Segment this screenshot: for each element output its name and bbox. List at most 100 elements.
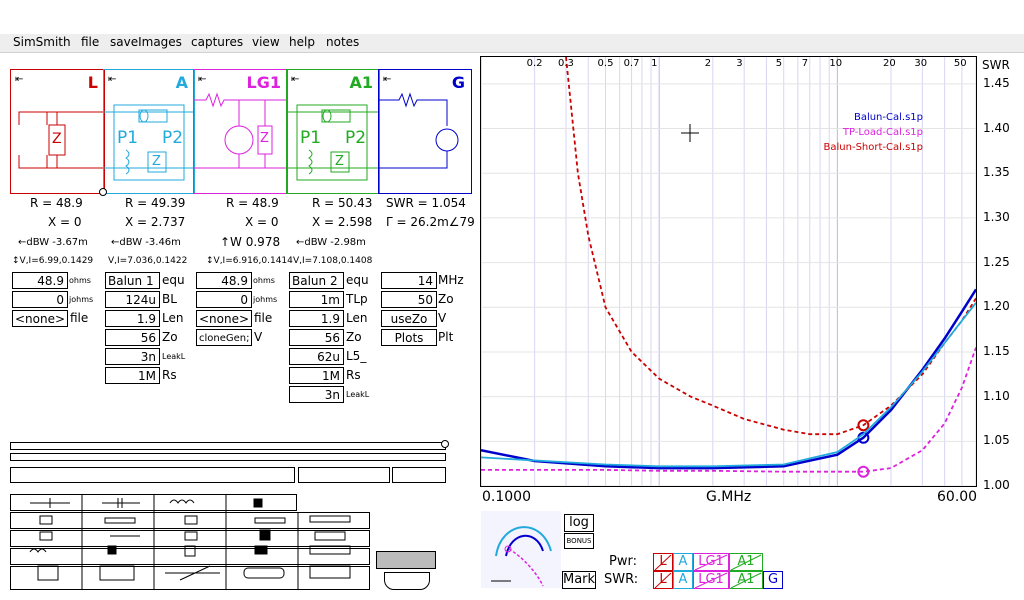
menu-help[interactable]: help	[289, 35, 315, 49]
readout-a1-r: R = 50.43	[312, 196, 373, 210]
menu-captures[interactable]: captures	[191, 35, 243, 49]
param-l-file[interactable]: <none>	[12, 310, 68, 327]
block-LG1[interactable]: ⇤ LG1 Z	[193, 69, 288, 194]
top-tick-label: 0.2	[526, 58, 543, 69]
param-a-equ-label: equ	[162, 273, 185, 287]
param-g-mhz[interactable]: 14	[381, 272, 437, 289]
menu-saveimages[interactable]: saveImages	[110, 35, 182, 49]
basket-icon[interactable]	[384, 572, 430, 590]
param-a1-l5[interactable]: 62u	[289, 348, 344, 365]
param-a-zo[interactable]: 56	[105, 329, 160, 346]
schematic-thumbnail[interactable]	[376, 551, 436, 569]
param-lg1-v[interactable]: cloneGen;	[196, 329, 252, 346]
param-a-leakl-label: LeakL	[162, 352, 186, 361]
readout-a1-x: X = 2.598	[312, 215, 373, 229]
param-g-usezo[interactable]: useZo	[381, 310, 437, 327]
readout-a1-dbw: ←dBW -2.98m	[296, 237, 366, 248]
param-a-bl[interactable]: 124u	[105, 291, 160, 308]
y-axis-label: SWR	[982, 58, 1010, 72]
param-a-bl-label: BL	[162, 292, 177, 306]
legend-balun-cal: Balun-Cal.s1p	[853, 112, 923, 123]
param-a1-rs[interactable]: 1M	[289, 367, 344, 384]
slider-track[interactable]	[10, 442, 446, 450]
param-a1-tlp-label: TLp	[346, 292, 368, 306]
param-a-rs[interactable]: 1M	[105, 367, 160, 384]
readout-lg1-w: ↑W 0.978	[220, 235, 281, 249]
param-a1-equ-label: equ	[346, 273, 369, 287]
readout-lg1-vi: ↕V,I=6.916,0.1414	[206, 256, 293, 266]
param-l-johms-label: johms	[69, 295, 94, 304]
param-lg1-johms[interactable]: 0	[196, 291, 252, 308]
slider-thumb[interactable]	[441, 440, 449, 448]
param-a1-l5-label: L5_	[346, 349, 367, 363]
menu-file[interactable]: file	[81, 35, 99, 49]
top-tick-label: 20	[882, 58, 896, 69]
param-g-zo-label: Zo	[438, 292, 454, 306]
param-a1-len-label: Len	[346, 311, 368, 325]
param-a1-len[interactable]: 1.9	[289, 310, 344, 327]
readout-a-dbw: ←dBW -3.46m	[111, 237, 181, 248]
param-l-johms[interactable]: 0	[12, 291, 68, 308]
param-a-equ[interactable]: Balun 1	[105, 272, 160, 289]
slider-track[interactable]	[10, 453, 446, 461]
mini-smith-icon	[481, 511, 561, 588]
block-G[interactable]: ⇤ G	[378, 69, 472, 194]
z-label: Z	[260, 131, 269, 146]
y-tick-label: 1.00	[983, 478, 1010, 492]
param-lg1-file[interactable]: <none>	[196, 310, 252, 327]
plots-button[interactable]: Plots	[381, 329, 437, 346]
mini-smith-thumbnail[interactable]	[481, 511, 561, 588]
y-tick-label: 1.20	[983, 299, 1010, 314]
readout-l-vi: ↕V,I=6.99,0.1429	[12, 256, 94, 266]
block-A[interactable]: ⇤ A P1 P2 Z	[103, 69, 195, 194]
toggle-strike-lines	[654, 554, 762, 589]
p1-label: P1	[117, 128, 139, 148]
x-axis-end-label: 60.00	[937, 489, 978, 505]
menu-view[interactable]: view	[252, 35, 280, 49]
param-lg1-ohms-label: ohms	[253, 276, 275, 285]
block-L[interactable]: ⇤ L Z	[10, 69, 105, 194]
log-button[interactable]: log	[564, 514, 594, 532]
param-g-zo[interactable]: 50	[381, 291, 437, 308]
bonus-button[interactable]: BONUS	[564, 533, 594, 549]
readout-a-r: R = 49.39	[125, 196, 186, 210]
swr-toggle-g[interactable]: G	[763, 571, 783, 589]
param-a-len-label: Len	[162, 311, 184, 325]
param-a-len[interactable]: 1.9	[105, 310, 160, 327]
top-tick-label: 0.5	[597, 58, 614, 69]
param-lg1-file-label: file	[254, 311, 273, 325]
param-a1-zo[interactable]: 56	[289, 329, 344, 346]
param-a-leakl[interactable]: 3n	[105, 348, 160, 365]
readout-a-x: X = 2.737	[125, 215, 186, 229]
top-tick-label: 0.7	[623, 58, 640, 69]
legend-balun-short-cal: Balun-Short-Cal.s1p	[823, 142, 923, 153]
mark-button[interactable]: Mark	[562, 571, 596, 589]
x-axis-label: G.MHz	[706, 489, 752, 505]
component-palette-icons	[29, 494, 351, 590]
param-l-ohms-label: ohms	[69, 276, 91, 285]
param-a-rs-label: Rs	[162, 368, 177, 382]
param-a1-tlp[interactable]: 1m	[289, 291, 344, 308]
top-tick-label: 10	[829, 58, 843, 69]
block-A1[interactable]: ⇤ A1 P1 P2 Z	[286, 69, 380, 194]
menu-simsmith[interactable]: SimSmith	[13, 35, 71, 49]
param-a1-rs-label: Rs	[346, 368, 361, 382]
connector-node[interactable]	[99, 188, 107, 196]
param-a1-leakl[interactable]: 3n	[289, 386, 344, 403]
readout-l-dbw: ←dBW -3.67m	[18, 237, 88, 248]
top-tick-label: 5	[775, 58, 783, 69]
readout-a-vi: V,I=7.036,0.1422	[108, 256, 188, 266]
readout-g-gamma: Γ = 26.2m∠79	[386, 215, 475, 229]
param-l-file-label: file	[70, 311, 89, 325]
generator-schematic-icon	[379, 92, 459, 169]
info-strip	[10, 467, 295, 483]
readout-a1-vi: V,I=7.108,0.1408	[293, 256, 373, 266]
top-tick-label: 1	[651, 58, 658, 69]
param-a1-equ[interactable]: Balun 2	[289, 272, 344, 289]
param-lg1-ohms[interactable]: 48.9	[196, 272, 252, 289]
menu-notes[interactable]: notes	[326, 35, 359, 49]
param-a-zo-label: Zo	[162, 330, 178, 344]
param-l-ohms[interactable]: 48.9	[12, 272, 68, 289]
x-axis-start-label: 0.1000	[482, 489, 531, 505]
readout-g-swr: SWR = 1.054	[386, 196, 466, 210]
